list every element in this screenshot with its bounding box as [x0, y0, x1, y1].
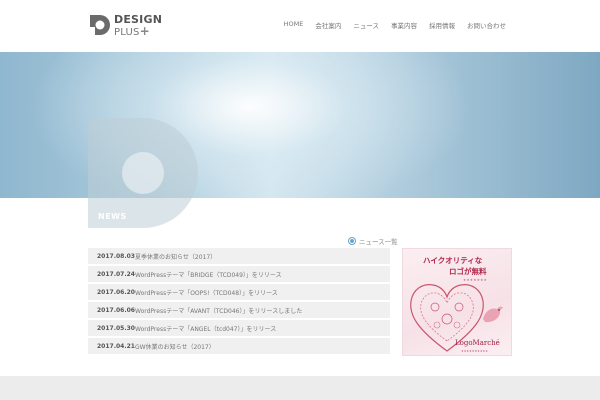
news-date: 2017.05.30 — [97, 324, 135, 332]
nav-item-news[interactable]: ニュース — [347, 20, 385, 30]
logomarche-banner[interactable]: ハイクオリティな ロゴが無料 ★★★★★★★ LogoMarché ★★★★★★… — [402, 248, 512, 356]
news-date: 2017.08.03 — [97, 252, 135, 260]
news-list: 2017.08.03 夏季休業のお知らせ（2017） 2017.07.24 Wo… — [88, 248, 390, 356]
circle-arrow-icon — [348, 237, 356, 245]
logo-plus-sign: + — [139, 24, 150, 38]
news-item[interactable]: 2017.06.06 WordPressテーマ「AVANT（TCD046）」をリ… — [88, 302, 390, 318]
footer-band — [0, 376, 600, 400]
news-list-link-label: ニュース一覧 — [359, 238, 398, 246]
nav-item-recruit[interactable]: 採用情報 — [423, 20, 461, 30]
nav-item-company[interactable]: 会社案内 — [309, 20, 347, 30]
site-logo[interactable]: DESIGN PLUS+ — [88, 13, 163, 39]
banner-tagline: ★★★★★★★★★★ — [461, 349, 488, 353]
banner-brand-name: LogoMarché — [455, 339, 500, 347]
global-nav: HOME 会社案内 ニュース 事業内容 採用情報 お問い合わせ — [278, 20, 512, 30]
news-title: WordPressテーマ「ANGEL（tcd047）」をリリース — [135, 325, 277, 333]
news-item[interactable]: 2017.07.24 WordPressテーマ「BRIDGE（TCD049）」を… — [88, 266, 390, 282]
logo-d-icon — [90, 15, 110, 35]
news-date: 2017.04.21 — [97, 342, 135, 350]
bird-icon — [483, 306, 503, 323]
news-title: WordPressテーマ「BRIDGE（TCD049）」をリリース — [135, 271, 282, 279]
news-item[interactable]: 2017.08.03 夏季休業のお知らせ（2017） — [88, 248, 390, 264]
news-date: 2017.07.24 — [97, 270, 135, 278]
news-title: 夏季休業のお知らせ（2017） — [135, 253, 217, 261]
site-header: DESIGN PLUS+ HOME 会社案内 ニュース 事業内容 採用情報 お問… — [0, 0, 600, 52]
banner-headline-1: ハイクオリティな — [423, 256, 483, 265]
news-title: WordPressテーマ「OOPS!（TCD048）」をリリース — [135, 289, 278, 297]
news-title: GW休業のお知らせ（2017） — [135, 343, 215, 351]
logo-text-plus: PLUS+ — [114, 24, 150, 38]
nav-item-contact[interactable]: お問い合わせ — [461, 20, 512, 30]
news-date: 2017.06.06 — [97, 306, 135, 314]
news-date: 2017.06.20 — [97, 288, 135, 296]
news-title: WordPressテーマ「AVANT（TCD046）」をリリースしました — [135, 307, 303, 315]
banner-headline-2: ロゴが無料 — [449, 267, 487, 276]
news-item[interactable]: 2017.04.21 GW休業のお知らせ（2017） — [88, 338, 390, 354]
news-heading: NEWS — [98, 212, 127, 221]
news-item[interactable]: 2017.06.20 WordPressテーマ「OOPS!（TCD048）」をリ… — [88, 284, 390, 300]
news-item[interactable]: 2017.05.30 WordPressテーマ「ANGEL（tcd047）」をリ… — [88, 320, 390, 336]
nav-item-business[interactable]: 事業内容 — [385, 20, 423, 30]
logo-text-design: DESIGN — [114, 13, 163, 26]
news-list-link[interactable]: ニュース一覧 — [348, 236, 398, 246]
nav-item-home[interactable]: HOME — [278, 20, 310, 30]
